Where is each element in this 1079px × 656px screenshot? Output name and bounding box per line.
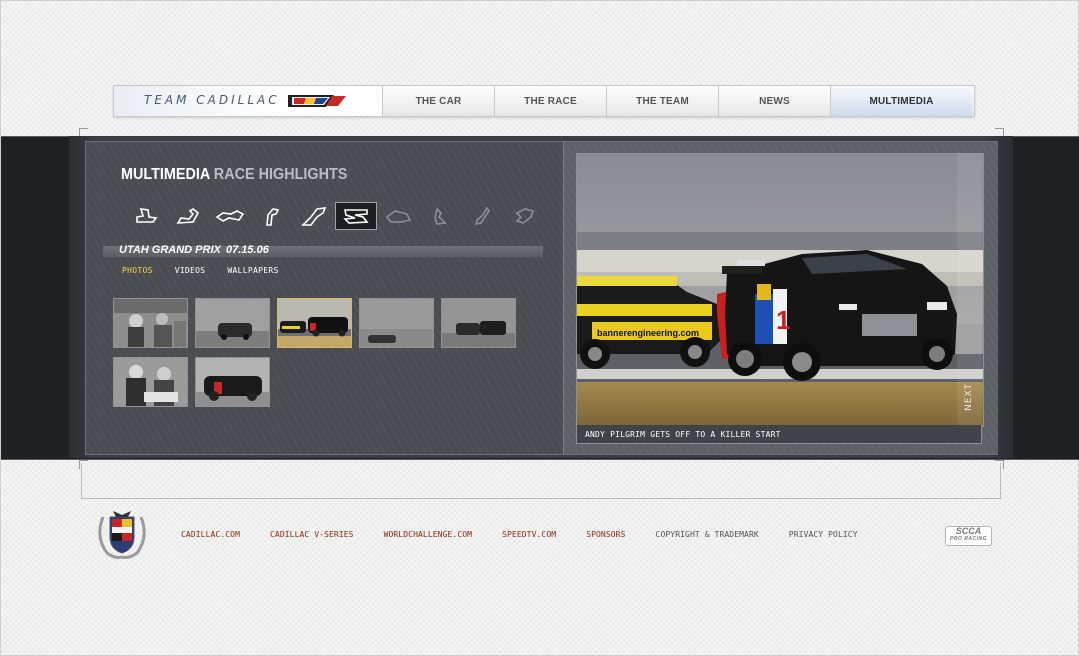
featured-photo[interactable]: bannerengineering.com 1	[576, 153, 984, 427]
cadillac-crest-icon	[288, 95, 346, 107]
photo-thumbnail[interactable]	[359, 298, 434, 348]
footer-link-cadillac[interactable]: CADILLAC.COM	[181, 530, 240, 539]
photo-thumbnail-selected[interactable]	[277, 298, 352, 348]
event-date: 07.15.06	[226, 244, 269, 256]
scca-logo-sub: PRO RACING	[950, 536, 987, 542]
next-label[interactable]: NEXT	[964, 382, 976, 412]
race-track-outline-icon	[474, 206, 490, 226]
race-track-outline-icon	[266, 208, 280, 226]
media-tabs: PHOTOS VIDEOS WALLPAPERS	[122, 266, 301, 275]
track-button[interactable]	[125, 202, 167, 230]
car-sponsor-text: bannerengineering.com	[597, 328, 699, 338]
brand-text: TEAM CADILLAC	[144, 93, 280, 107]
photo-thumbnail[interactable]	[113, 298, 188, 348]
car-number: 1	[776, 305, 790, 335]
nav-the-team[interactable]: THE TEAM	[607, 86, 719, 116]
track-button[interactable]	[503, 202, 545, 230]
brand-logo[interactable]: TEAM CADILLAC	[114, 86, 383, 116]
footer-link-privacy[interactable]: PRIVACY POLICY	[789, 530, 858, 539]
photo-thumbnail[interactable]	[195, 298, 270, 348]
footer-frame	[81, 463, 1001, 499]
section-title-sub: RACE HIGHLIGHTS	[213, 166, 348, 183]
track-button[interactable]	[209, 202, 251, 230]
nav-news[interactable]: NEWS	[719, 86, 831, 116]
top-nav: TEAM CADILLAC THE CAR THE RACE THE TEAM …	[113, 85, 975, 117]
race-track-outline-icon	[136, 208, 158, 223]
footer-link-speedtv[interactable]: SPEEDTV.COM	[502, 530, 556, 539]
track-button-selected[interactable]	[335, 202, 377, 230]
track-button[interactable]	[167, 202, 209, 230]
scca-pro-racing-logo[interactable]: SCCA PRO RACING	[945, 526, 992, 546]
race-track-outline-icon	[515, 208, 535, 224]
race-track-outline-icon	[215, 210, 245, 222]
cadillac-wreath-logo-icon[interactable]	[93, 507, 151, 561]
race-track-outline-icon	[176, 208, 200, 224]
photo-thumbnail[interactable]	[195, 357, 270, 407]
nav-multimedia[interactable]: MULTIMEDIA	[831, 86, 972, 116]
race-car-photo: bannerengineering.com 1	[577, 154, 983, 426]
section-title: MULTIMEDIA RACE HIGHLIGHTS	[121, 166, 347, 184]
tab-photos[interactable]: PHOTOS	[122, 266, 153, 275]
race-track-outline-icon	[343, 209, 369, 224]
nav-the-car[interactable]: THE CAR	[383, 86, 495, 116]
photo-thumbnail[interactable]	[441, 298, 516, 348]
track-selector	[125, 202, 545, 230]
footer-link-v-series[interactable]: CADILLAC V-SERIES	[270, 530, 354, 539]
footer-link-worldchallenge[interactable]: WORLDCHALLENGE.COM	[384, 530, 473, 539]
race-track-outline-icon	[301, 207, 327, 226]
photo-thumbnail[interactable]	[113, 357, 188, 407]
scca-logo-text: SCCA	[955, 526, 982, 536]
footer-links: CADILLAC.COM CADILLAC V-SERIES WORLDCHAL…	[181, 530, 888, 539]
event-name: UTAH GRAND PRIX	[119, 244, 221, 256]
track-button[interactable]	[293, 202, 335, 230]
race-track-outline-icon	[434, 207, 447, 225]
tab-videos[interactable]: VIDEOS	[175, 266, 206, 275]
nav-the-race[interactable]: THE RACE	[495, 86, 607, 116]
race-track-outline-icon	[385, 210, 412, 223]
track-button[interactable]	[419, 202, 461, 230]
track-button[interactable]	[251, 202, 293, 230]
photo-caption: ANDY PILGRIM GETS OFF TO A KILLER START	[585, 430, 781, 439]
track-button[interactable]	[377, 202, 419, 230]
section-title-main: MULTIMEDIA	[121, 166, 210, 183]
footer-link-copyright[interactable]: COPYRIGHT & TRADEMARK	[656, 530, 759, 539]
footer-link-sponsors[interactable]: SPONSORS	[586, 530, 625, 539]
tab-wallpapers[interactable]: WALLPAPERS	[227, 266, 278, 275]
track-button[interactable]	[461, 202, 503, 230]
